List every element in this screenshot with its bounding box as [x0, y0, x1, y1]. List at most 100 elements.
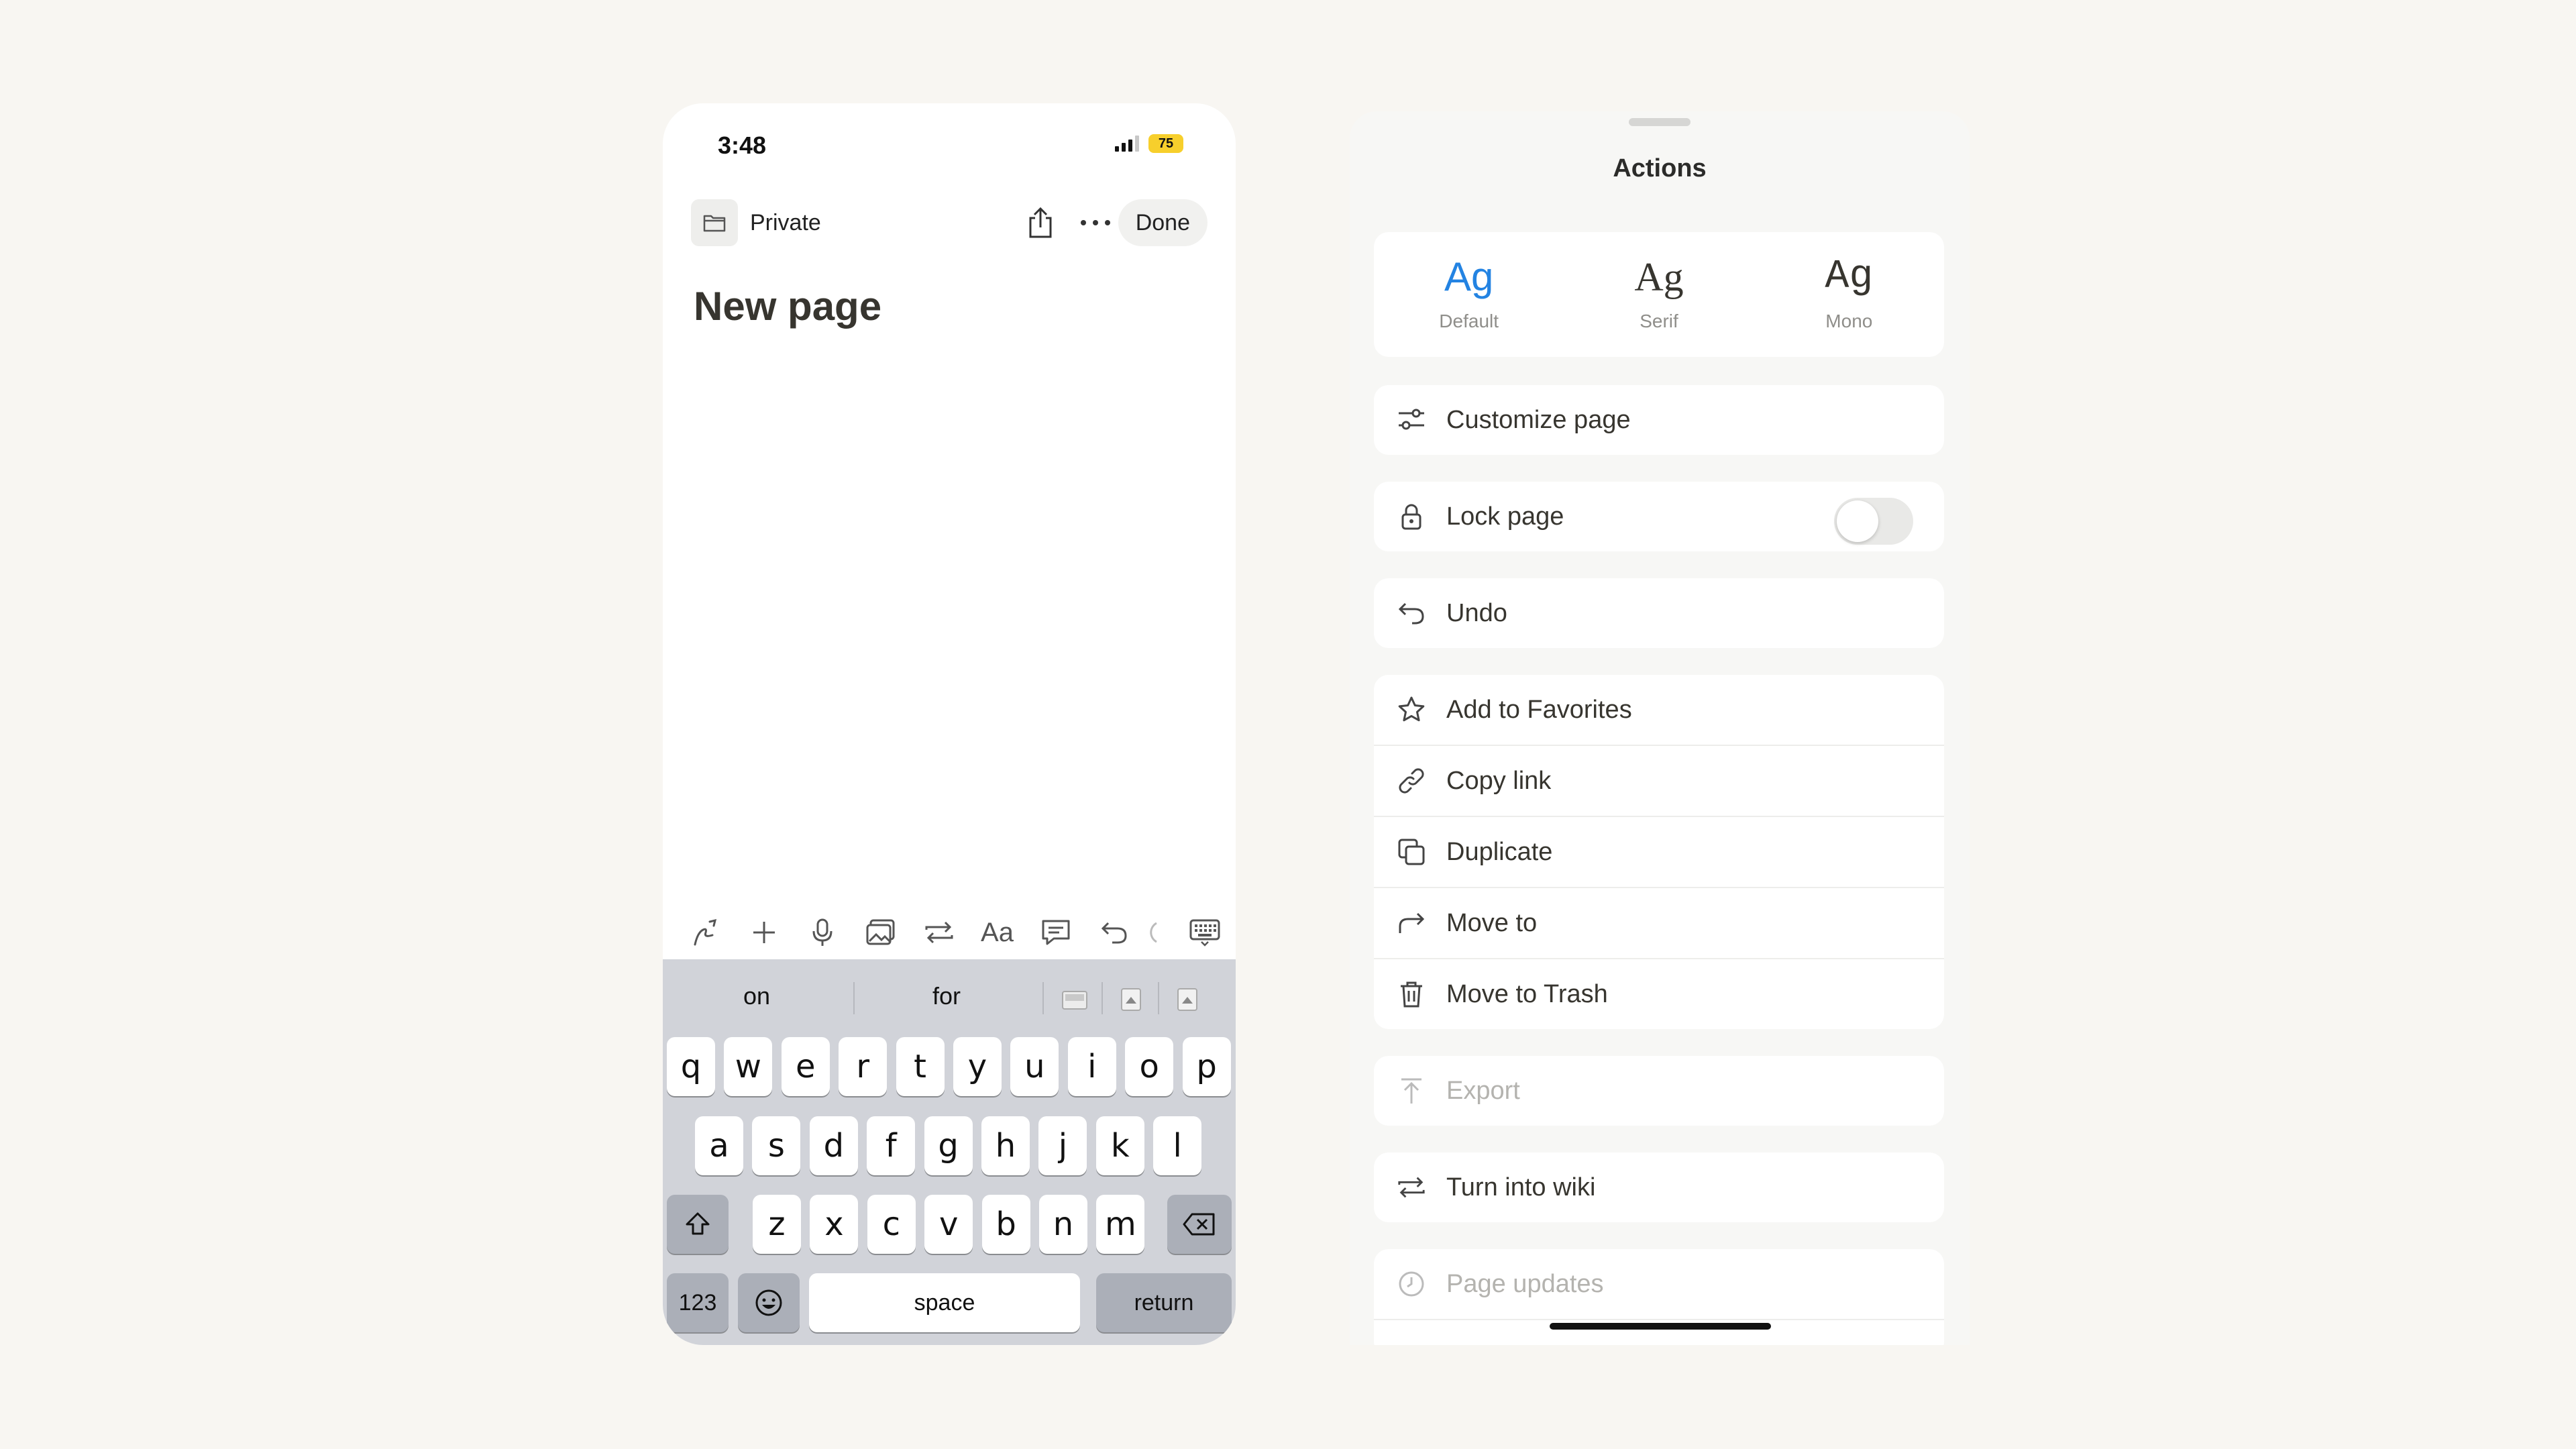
- key-f[interactable]: f: [867, 1116, 916, 1175]
- key-j[interactable]: j: [1038, 1116, 1087, 1175]
- turn-into-icon: [1397, 1173, 1426, 1202]
- more-icon[interactable]: [1143, 903, 1175, 962]
- key-o[interactable]: o: [1125, 1037, 1174, 1096]
- customize-card: Customize page: [1374, 385, 1944, 455]
- status-time: 3:48: [718, 131, 767, 159]
- font-label: Serif: [1640, 311, 1678, 331]
- copy-link-label: Copy link: [1446, 766, 1552, 795]
- key-e[interactable]: e: [781, 1037, 830, 1096]
- undo-icon[interactable]: [1085, 903, 1143, 962]
- numbers-key[interactable]: 123: [667, 1273, 729, 1332]
- export-item[interactable]: Export: [1374, 1056, 1944, 1126]
- key-c[interactable]: c: [867, 1195, 916, 1254]
- key-s[interactable]: s: [752, 1116, 801, 1175]
- export-label: Export: [1446, 1076, 1520, 1105]
- turn-into-wiki-label: Turn into wiki: [1446, 1173, 1596, 1201]
- page-updates-label: Page updates: [1446, 1269, 1604, 1298]
- return-key[interactable]: return: [1096, 1273, 1232, 1332]
- customize-page-item[interactable]: Customize page: [1374, 385, 1944, 455]
- microphone-icon[interactable]: [793, 903, 851, 962]
- font-option-serif[interactable]: Ag Serif: [1564, 232, 1754, 357]
- key-l[interactable]: l: [1153, 1116, 1202, 1175]
- turn-into-icon[interactable]: [910, 903, 968, 962]
- font-label: Default: [1439, 311, 1499, 331]
- export-icon: [1397, 1076, 1426, 1106]
- ai-pen-icon[interactable]: [676, 903, 735, 962]
- sheet-grabber[interactable]: [1629, 118, 1690, 126]
- font-preview: Ag: [1634, 255, 1684, 299]
- shift-key[interactable]: [667, 1195, 729, 1254]
- done-button[interactable]: Done: [1118, 199, 1208, 246]
- undo-item[interactable]: Undo: [1374, 578, 1944, 648]
- key-g[interactable]: g: [924, 1116, 973, 1175]
- key-i[interactable]: i: [1067, 1037, 1116, 1096]
- page-title[interactable]: New page: [694, 283, 881, 329]
- font-preview: Ag: [1444, 254, 1494, 299]
- key-m[interactable]: m: [1096, 1195, 1145, 1254]
- key-h[interactable]: h: [981, 1116, 1030, 1175]
- move-to-item[interactable]: Move to: [1374, 887, 1944, 958]
- screenshot-thumbnail[interactable]: [1173, 986, 1202, 1013]
- prediction-separator: [1102, 982, 1103, 1014]
- more-icon[interactable]: [1075, 203, 1116, 243]
- status-indicators: 75: [1115, 134, 1183, 153]
- key-p[interactable]: p: [1182, 1037, 1231, 1096]
- location-label[interactable]: Private: [750, 210, 821, 236]
- sliders-icon: [1397, 405, 1426, 435]
- turn-into-wiki-item[interactable]: Turn into wiki: [1374, 1152, 1944, 1222]
- key-x[interactable]: x: [810, 1195, 859, 1254]
- key-z[interactable]: z: [753, 1195, 801, 1254]
- duplicate-icon: [1397, 837, 1426, 867]
- folder-icon[interactable]: [691, 199, 738, 246]
- share-icon[interactable]: [1020, 203, 1061, 243]
- space-key[interactable]: space: [809, 1273, 1080, 1332]
- copy-link-item[interactable]: Copy link: [1374, 745, 1944, 816]
- font-picker: Ag Default Ag Serif Ag Mono: [1374, 232, 1944, 357]
- duplicate-item[interactable]: Duplicate: [1374, 816, 1944, 887]
- lock-page-toggle[interactable]: [1834, 498, 1913, 545]
- keyboard-hide-icon[interactable]: [1175, 903, 1234, 962]
- key-w[interactable]: w: [724, 1037, 773, 1096]
- key-d[interactable]: d: [809, 1116, 858, 1175]
- font-label: Mono: [1825, 311, 1873, 331]
- add-to-favorites-label: Add to Favorites: [1446, 695, 1632, 724]
- phone-screen: 3:48 75 Private Done New page Aa on for …: [663, 103, 1236, 1345]
- emoji-key[interactable]: [738, 1273, 800, 1332]
- key-u[interactable]: u: [1010, 1037, 1059, 1096]
- actions-sheet: Actions Ag Default Ag Serif Ag Mono Cust…: [1350, 111, 1970, 1345]
- prediction-separator: [853, 982, 855, 1014]
- plus-icon[interactable]: [735, 903, 793, 962]
- key-q[interactable]: q: [667, 1037, 715, 1096]
- key-t[interactable]: t: [896, 1037, 945, 1096]
- page-actions-card: Add to Favorites Copy link Duplicate Mov…: [1374, 675, 1944, 1029]
- image-icon[interactable]: [851, 903, 910, 962]
- move-to-trash-item[interactable]: Move to Trash: [1374, 958, 1944, 1029]
- customize-page-label: Customize page: [1446, 405, 1631, 434]
- prediction-word[interactable]: for: [932, 982, 961, 1010]
- font-option-mono[interactable]: Ag Mono: [1754, 232, 1944, 357]
- font-option-default[interactable]: Ag Default: [1374, 232, 1564, 357]
- key-k[interactable]: k: [1095, 1116, 1144, 1175]
- prediction-word[interactable]: on: [743, 982, 770, 1010]
- lock-icon: [1397, 502, 1426, 531]
- battery-icon: 75: [1148, 134, 1183, 153]
- text-style-icon[interactable]: Aa: [968, 903, 1026, 962]
- key-y[interactable]: y: [953, 1037, 1002, 1096]
- backspace-key[interactable]: [1167, 1195, 1232, 1254]
- key-b[interactable]: b: [981, 1195, 1030, 1254]
- key-v[interactable]: v: [924, 1195, 973, 1254]
- key-r[interactable]: r: [839, 1037, 888, 1096]
- prediction-bar: on for: [663, 967, 1236, 1026]
- lock-card: Lock page: [1374, 482, 1944, 551]
- add-to-favorites-item[interactable]: Add to Favorites: [1374, 675, 1944, 745]
- page-updates-item[interactable]: Page updates: [1374, 1249, 1944, 1319]
- screenshot-thumbnail[interactable]: [1060, 986, 1089, 1013]
- home-indicator: [1550, 1323, 1771, 1330]
- screenshot-thumbnail[interactable]: [1116, 986, 1146, 1013]
- lock-page-item[interactable]: Lock page: [1374, 482, 1944, 551]
- keyboard: on for qwertyuiop asdfghjkl zxcvbnm 123 sp…: [663, 959, 1236, 1345]
- sheet-title: Actions: [1613, 154, 1707, 182]
- comment-icon[interactable]: [1026, 903, 1085, 962]
- key-n[interactable]: n: [1039, 1195, 1087, 1254]
- key-a[interactable]: a: [695, 1116, 743, 1175]
